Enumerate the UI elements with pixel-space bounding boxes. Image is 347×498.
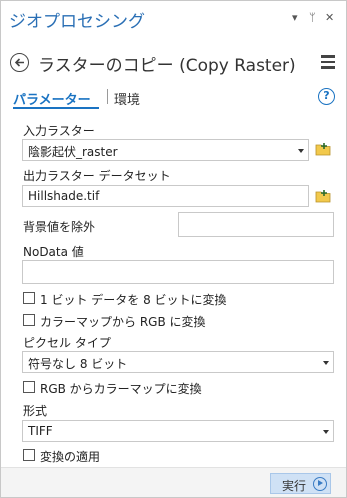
pixel-type-dropdown[interactable]: 符号なし 8 ビット (22, 351, 334, 373)
browse-folder-icon[interactable] (315, 142, 331, 156)
chevron-down-icon (298, 149, 304, 153)
tool-header: ラスターのコピー (Copy Raster) (1, 45, 346, 79)
tool-tabs: パラメーター 環境 ? (1, 87, 346, 109)
play-icon (313, 477, 327, 491)
pane-options-dropdown-icon[interactable]: ▾ (292, 12, 298, 24)
colormap-to-rgb-checkbox[interactable] (23, 314, 35, 326)
format-dropdown[interactable]: TIFF (22, 420, 334, 442)
run-button-label: 実行 (282, 479, 307, 493)
rgb-to-colormap-label: RGB からカラーマップに変換 (40, 382, 202, 396)
apply-transform-checkbox[interactable] (23, 449, 35, 461)
active-tab-indicator (13, 107, 99, 109)
colormap-to-rgb-label: カラーマップから RGB に変換 (40, 315, 206, 329)
output-dataset-input[interactable]: Hillshade.tif (22, 185, 309, 207)
chevron-down-icon (323, 361, 329, 365)
back-button[interactable] (10, 53, 29, 72)
rgb-to-colormap-checkbox[interactable] (23, 381, 35, 393)
chevron-down-icon (323, 430, 329, 434)
tab-environments[interactable]: 環境 (114, 89, 140, 108)
pin-icon[interactable]: ᛘ (309, 12, 316, 24)
colormap-to-rgb-checkbox-row[interactable]: カラーマップから RGB に変換 (23, 313, 283, 329)
ignore-background-label: 背景値を除外 (23, 220, 96, 234)
close-icon[interactable]: ✕ (325, 12, 334, 24)
rgb-to-colormap-checkbox-row[interactable]: RGB からカラーマップに変換 (23, 380, 283, 396)
help-icon[interactable]: ? (318, 88, 335, 105)
pane-footer: 実行 (1, 467, 346, 497)
input-raster-value: 陰影起伏_raster (28, 145, 118, 159)
format-value: TIFF (28, 424, 53, 438)
apply-transform-checkbox-row[interactable]: 変換の適用 (23, 448, 223, 464)
apply-transform-label: 変換の適用 (40, 450, 101, 464)
nodata-input[interactable] (22, 260, 334, 284)
tab-parameters[interactable]: パラメーター (13, 89, 91, 108)
input-raster-dropdown[interactable]: 陰影起伏_raster (22, 139, 309, 161)
convert-1bit-label: 1 ビット データを 8 ビットに変換 (40, 293, 227, 307)
run-button[interactable]: 実行 (270, 473, 331, 494)
tab-divider (107, 89, 108, 104)
browse-folder-icon[interactable] (315, 189, 331, 203)
nodata-label: NoData 値 (23, 245, 84, 259)
output-dataset-label: 出力ラスター データセット (23, 169, 171, 183)
ignore-background-input[interactable] (178, 212, 334, 237)
pixel-type-label: ピクセル タイプ (23, 336, 111, 350)
pixel-type-value: 符号なし 8 ビット (28, 357, 128, 371)
format-label: 形式 (23, 404, 48, 418)
tool-menu-icon[interactable] (321, 55, 335, 69)
pane-titlebar: ジオプロセシング ▾ ᛘ ✕ (1, 1, 346, 35)
output-dataset-value: Hillshade.tif (28, 189, 100, 203)
arrow-left-icon (14, 58, 24, 67)
geoprocessing-pane: ジオプロセシング ▾ ᛘ ✕ ラスターのコピー (Copy Raster) パラ… (0, 0, 347, 498)
pane-title: ジオプロセシング (9, 12, 145, 32)
convert-1bit-checkbox[interactable] (23, 292, 35, 304)
input-raster-label: 入力ラスター (23, 124, 95, 138)
convert-1bit-checkbox-row[interactable]: 1 ビット データを 8 ビットに変換 (23, 291, 283, 307)
tool-title: ラスターのコピー (Copy Raster) (38, 56, 296, 76)
